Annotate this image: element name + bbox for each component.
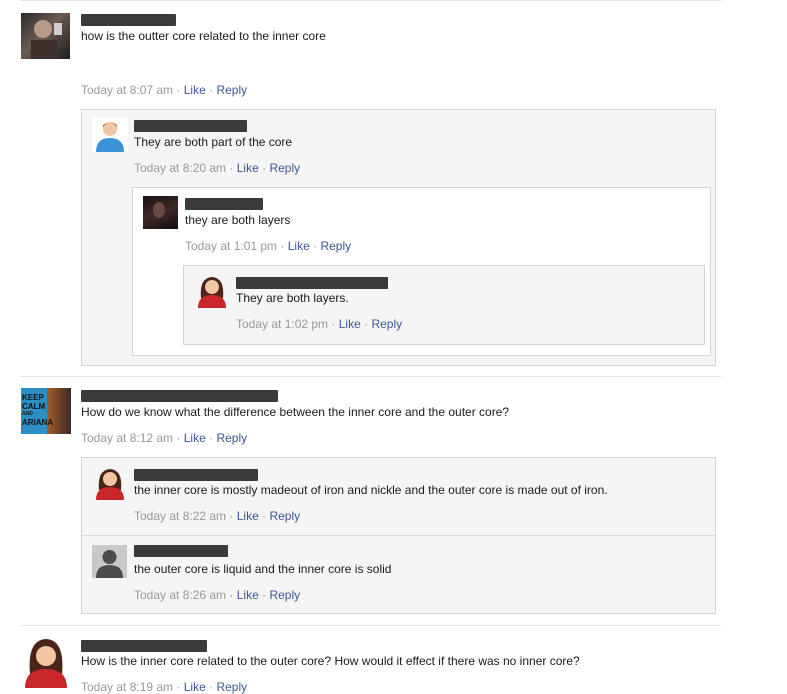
- like-link[interactable]: Like: [184, 680, 206, 694]
- comment-text: they are both layers: [185, 213, 291, 227]
- reply-link[interactable]: Reply: [269, 161, 300, 175]
- user-photo-icon: [153, 202, 165, 218]
- top-divider: [21, 0, 721, 1]
- comment-divider: [21, 625, 721, 626]
- avatar[interactable]: [143, 196, 178, 229]
- separator: ·: [229, 161, 234, 175]
- timestamp: Today at 8:12 am: [81, 431, 174, 445]
- like-link[interactable]: Like: [237, 509, 259, 523]
- reply-link[interactable]: Reply: [269, 509, 300, 523]
- separator: ·: [313, 239, 318, 253]
- female-avatar-icon: [96, 469, 124, 500]
- comment-meta: Today at 8:12 am · Like · Reply: [81, 431, 247, 445]
- separator: ·: [209, 431, 214, 445]
- comment-text: They are both part of the core: [134, 135, 293, 149]
- reply-link[interactable]: Reply: [216, 83, 247, 97]
- redacted-name: [81, 640, 207, 652]
- timestamp: Today at 1:02 pm: [236, 317, 329, 331]
- timestamp: Today at 8:20 am: [134, 161, 227, 175]
- female-avatar-icon: [198, 277, 226, 308]
- separator: ·: [209, 83, 214, 97]
- redacted-name: [134, 545, 228, 557]
- avatar[interactable]: [92, 545, 127, 578]
- timestamp: Today at 8:07 am: [81, 83, 174, 97]
- separator: ·: [262, 161, 267, 175]
- separator: ·: [331, 317, 336, 331]
- reply-link[interactable]: Reply: [269, 588, 300, 602]
- separator: ·: [364, 317, 369, 331]
- timestamp: Today at 8:26 am: [134, 588, 227, 602]
- like-link[interactable]: Like: [237, 588, 259, 602]
- like-link[interactable]: Like: [184, 83, 206, 97]
- comment-text: the inner core is mostly madeout of iron…: [134, 483, 608, 497]
- separator: ·: [229, 588, 234, 602]
- avatar[interactable]: [194, 274, 230, 308]
- comment-text: They are both layers.: [236, 291, 349, 305]
- reply-link[interactable]: Reply: [216, 431, 247, 445]
- avatar[interactable]: KEEP CALM AND ARIANA: [21, 388, 71, 434]
- like-link[interactable]: Like: [288, 239, 310, 253]
- male-avatar-icon: [96, 122, 124, 152]
- separator: ·: [176, 431, 181, 445]
- comment-meta: Today at 8:20 am · Like · Reply: [134, 161, 300, 175]
- comment-meta: Today at 1:01 pm · Like · Reply: [185, 239, 351, 253]
- like-link[interactable]: Like: [237, 161, 259, 175]
- redacted-name: [81, 14, 176, 26]
- redacted-name: [81, 390, 278, 402]
- female-avatar-icon: [25, 639, 67, 688]
- avatar-caption: KEEP CALM AND ARIANA: [22, 393, 54, 427]
- separator: ·: [209, 680, 214, 694]
- comment-text: the outer core is liquid and the inner c…: [134, 562, 392, 576]
- user-photo-icon: [31, 20, 62, 59]
- comment-text: How is the inner core related to the out…: [81, 654, 580, 668]
- comment-divider: [21, 376, 721, 377]
- redacted-name: [134, 120, 247, 132]
- redacted-name: [236, 277, 388, 289]
- reply-link[interactable]: Reply: [216, 680, 247, 694]
- avatar[interactable]: [92, 466, 128, 500]
- comment-meta: Today at 8:07 am · Like · Reply: [81, 83, 247, 97]
- separator: ·: [176, 83, 181, 97]
- reply-link[interactable]: Reply: [371, 317, 402, 331]
- avatar[interactable]: [21, 636, 71, 688]
- timestamp: Today at 8:22 am: [134, 509, 227, 523]
- separator: ·: [176, 680, 181, 694]
- redacted-name: [134, 469, 258, 481]
- comment-meta: Today at 8:26 am · Like · Reply: [134, 588, 300, 602]
- avatar[interactable]: [21, 13, 70, 59]
- separator: ·: [229, 509, 234, 523]
- comment-meta: Today at 8:22 am · Like · Reply: [134, 509, 300, 523]
- reply-divider: [82, 535, 715, 536]
- default-user-icon: [96, 550, 123, 578]
- comment-meta: Today at 8:19 am · Like · Reply: [81, 680, 247, 694]
- like-link[interactable]: Like: [339, 317, 361, 331]
- comment-text: how is the outter core related to the in…: [81, 29, 326, 43]
- separator: ·: [280, 239, 285, 253]
- timestamp: Today at 8:19 am: [81, 680, 174, 694]
- separator: ·: [262, 588, 267, 602]
- separator: ·: [262, 509, 267, 523]
- comment-text: How do we know what the difference betwe…: [81, 405, 510, 419]
- comment-meta: Today at 1:02 pm · Like · Reply: [236, 317, 402, 331]
- timestamp: Today at 1:01 pm: [185, 239, 278, 253]
- avatar[interactable]: [92, 118, 128, 152]
- redacted-name: [185, 198, 263, 210]
- reply-link[interactable]: Reply: [320, 239, 351, 253]
- like-link[interactable]: Like: [184, 431, 206, 445]
